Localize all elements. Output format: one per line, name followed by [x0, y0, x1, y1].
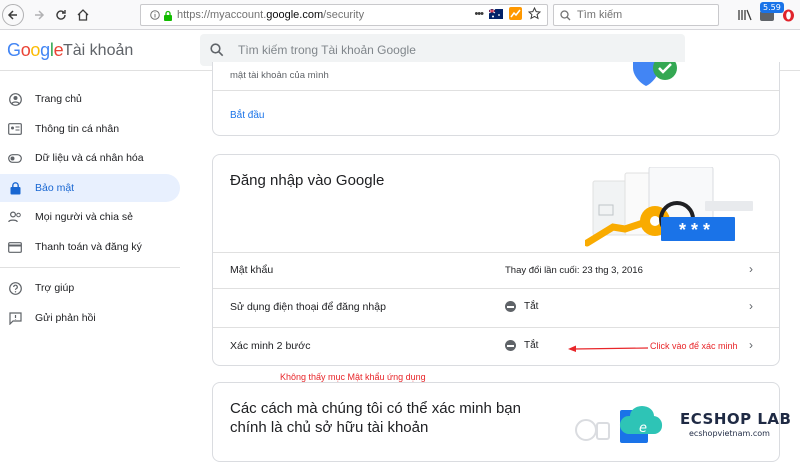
sidebar-item-label: Thông tin cá nhân	[35, 123, 120, 135]
url-suffix: /security	[323, 9, 365, 21]
two-step-row-value: Tắt	[524, 340, 539, 351]
flag-australia-icon[interactable]	[489, 8, 503, 19]
password-row-value: Thay đổi lần cuối: 23 thg 3, 2016	[505, 265, 643, 276]
phone-signin-row-value: Tắt	[524, 301, 539, 312]
help-icon	[8, 281, 22, 295]
search-icon	[560, 9, 571, 20]
back-arrow-icon	[7, 10, 17, 20]
shield-check-illustration	[633, 62, 677, 86]
sidebar-item-label: Trợ giúp	[35, 282, 75, 294]
browser-toolbar: https://myaccount.google.com/security ••…	[0, 0, 800, 30]
signin-card-title: Đăng nhập vào Google	[230, 172, 385, 189]
password-key-illustration: * * *	[585, 167, 765, 247]
url-prefix: https://myaccount.	[177, 9, 267, 21]
watermark-brand: ECSHOP LAB	[680, 410, 792, 428]
chevron-right-icon: ›	[749, 338, 753, 352]
sidebar-item-security[interactable]: Bảo mật	[0, 174, 180, 202]
bookmark-star-icon[interactable]	[528, 7, 541, 20]
sidebar-item-help[interactable]: Trợ giúp	[0, 274, 180, 302]
google-logo[interactable]: Google	[7, 40, 64, 61]
card-divider	[213, 90, 779, 91]
account-title: Tài khoản	[63, 42, 134, 59]
sidebar-item-feedback[interactable]: Gửi phản hồi	[0, 304, 180, 332]
missing-app-password-annotation: Không thấy mục Mật khẩu ứng dụng	[280, 372, 426, 382]
sidebar: Trang chủ Thông tin cá nhân Dữ liệu và c…	[0, 71, 185, 443]
verify-illustration	[575, 419, 610, 441]
sidebar-item-label: Dữ liệu và cá nhân hóa	[35, 152, 144, 164]
toggle-icon	[8, 151, 22, 165]
opera-icon[interactable]	[780, 4, 796, 26]
verify-card-title-line2: chính là chủ sở hữu tài khoản	[230, 419, 429, 436]
annotation-arrow	[568, 345, 648, 352]
reload-icon	[56, 10, 66, 20]
search-icon	[210, 43, 224, 57]
home-button[interactable]	[72, 4, 94, 26]
people-icon	[8, 210, 22, 224]
home-icon	[77, 9, 89, 21]
two-step-status: Tắt	[505, 340, 538, 351]
id-card-icon	[8, 122, 22, 136]
security-checkup-card: mật tài khoản của mình Bắt đầu	[212, 62, 780, 136]
sidebar-item-label: Bảo mật	[35, 182, 75, 194]
account-circle-icon	[8, 92, 22, 106]
ecshop-logo: e	[619, 406, 663, 443]
sidebar-item-label: Mọi người và chia sẻ	[35, 211, 133, 223]
password-dots: * * *	[679, 220, 710, 240]
chevron-right-icon: ›	[749, 262, 753, 276]
off-status-icon	[505, 340, 516, 351]
info-icon[interactable]	[147, 7, 163, 23]
logo-letter: e	[639, 421, 647, 436]
forward-button[interactable]	[28, 4, 50, 26]
library-icon[interactable]	[737, 4, 753, 26]
password-row[interactable]: Mật khẩu Thay đổi lần cuối: 23 thg 3, 20…	[213, 253, 779, 287]
address-bar[interactable]: https://myaccount.google.com/security ••…	[140, 4, 548, 26]
forward-arrow-icon	[35, 10, 45, 20]
two-step-row-label: Xác minh 2 bước	[230, 340, 311, 352]
sidebar-item-personal-info[interactable]: Thông tin cá nhân	[0, 115, 180, 143]
sidebar-item-label: Gửi phản hồi	[35, 312, 96, 324]
browser-search-placeholder: Tìm kiếm	[577, 9, 623, 21]
sidebar-item-home[interactable]: Trang chủ	[0, 85, 180, 113]
sidebar-item-people-sharing[interactable]: Mọi người và chia sẻ	[0, 203, 180, 231]
two-step-verification-row[interactable]: Xác minh 2 bước Tắt Click vào để xác min…	[213, 328, 779, 365]
feedback-icon	[8, 311, 22, 325]
sidebar-item-label: Trang chủ	[35, 93, 82, 105]
off-status-icon	[505, 301, 516, 312]
browser-search-input[interactable]: Tìm kiếm	[553, 4, 719, 26]
watermark-site: ecshopvietnam.com	[689, 429, 770, 438]
lock-icon	[8, 181, 22, 195]
sidebar-item-label: Thanh toán và đăng ký	[35, 241, 142, 253]
page-actions-icon[interactable]: •••	[474, 8, 484, 20]
reload-button[interactable]	[50, 4, 72, 26]
verify-card-title-line1: Các cách mà chúng tôi có thể xác minh bạ…	[230, 400, 521, 417]
click-annotation: Click vào để xác minh	[650, 341, 738, 351]
credit-card-icon	[8, 240, 22, 254]
back-button[interactable]	[2, 4, 24, 26]
sidebar-divider	[0, 267, 180, 268]
sidebar-item-data-personalization[interactable]: Dữ liệu và cá nhân hóa	[0, 144, 180, 172]
phone-signin-row-label: Sử dụng điện thoại để đăng nhập	[230, 301, 386, 313]
password-row-label: Mật khẩu	[230, 264, 274, 276]
signin-google-card: Đăng nhập vào Google * * * Mật khẩu Thay…	[212, 154, 780, 366]
url-text: https://myaccount.google.com/security	[177, 9, 364, 21]
chart-extension-icon[interactable]	[509, 7, 522, 20]
secure-lock-icon	[163, 10, 173, 21]
get-started-link[interactable]: Bắt đầu	[230, 110, 264, 121]
chevron-right-icon: ›	[749, 299, 753, 313]
account-search-placeholder: Tìm kiếm trong Tài khoản Google	[238, 43, 416, 57]
phone-signin-row[interactable]: Sử dụng điện thoại để đăng nhập Tắt ›	[213, 289, 779, 326]
sidebar-item-payments[interactable]: Thanh toán và đăng ký	[0, 233, 180, 261]
phone-signin-status: Tắt	[505, 301, 538, 312]
url-domain: google.com	[266, 9, 324, 21]
card-partial-text: mật tài khoản của mình	[230, 70, 329, 81]
